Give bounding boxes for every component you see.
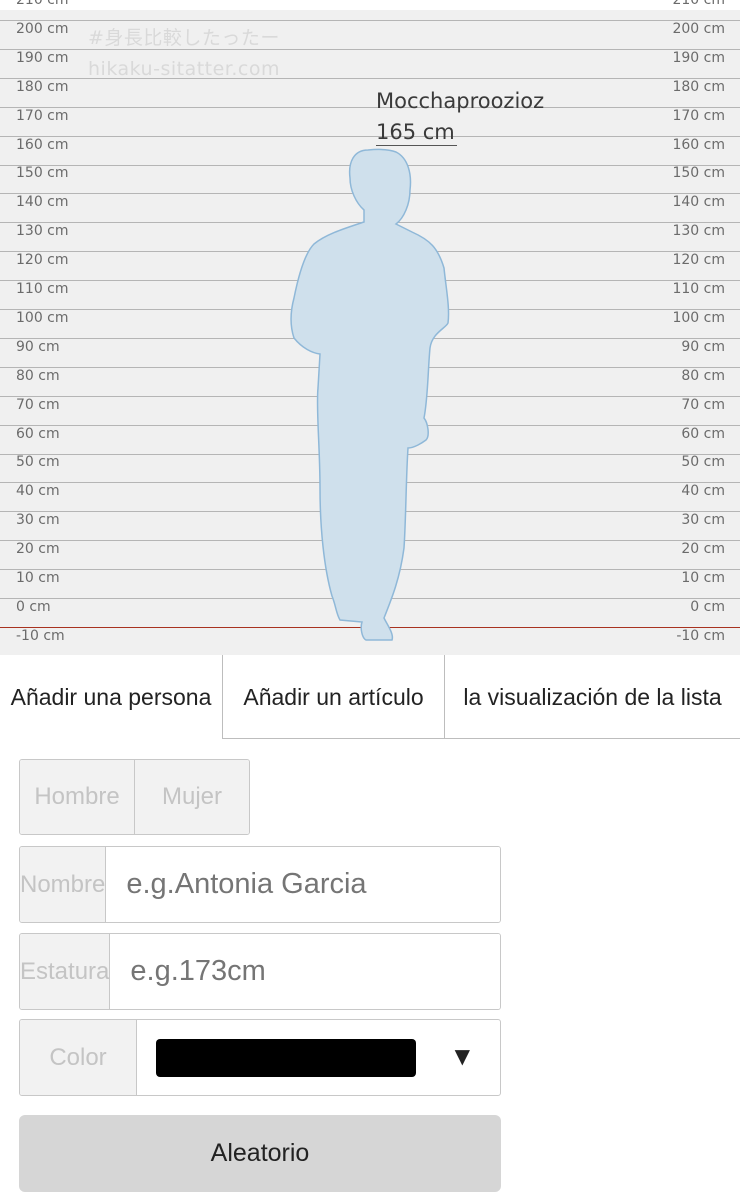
person-name: Mocchaproozioz (376, 89, 545, 113)
y-tick-label-left: 20 cm (16, 541, 60, 558)
y-tick-label-right: 70 cm (681, 396, 725, 413)
y-tick-label-left: -10 cm (16, 627, 65, 644)
color-label: Color (20, 1020, 137, 1095)
y-tick-label-right: 40 cm (681, 483, 725, 500)
y-tick-label-left: 140 cm (16, 194, 69, 211)
y-tick-label-left: 160 cm (16, 136, 69, 153)
tab-list-view[interactable]: la visualización de la lista (445, 655, 740, 739)
y-tick-label-right: 120 cm (672, 252, 725, 269)
y-tick-label-right: 150 cm (672, 165, 725, 182)
y-tick-label-left: 130 cm (16, 223, 69, 240)
height-row: Estatura (19, 933, 501, 1010)
y-tick-label-right: 200 cm (672, 20, 725, 37)
y-tick-label-left: 120 cm (16, 252, 69, 269)
y-tick-label-right: 80 cm (681, 367, 725, 384)
height-chart: 210 cm 210 cm 200 cm 200 cm 190 cm 190 cm 180 … (0, 0, 740, 655)
y-tick-label-right: -10 cm (676, 627, 725, 644)
y-tick-label-right: 30 cm (681, 512, 725, 529)
random-button[interactable]: Aleatorio (19, 1115, 501, 1192)
gridline (0, 135, 740, 137)
y-tick-label-right: 20 cm (681, 541, 725, 558)
y-tick-label-left: 190 cm (16, 49, 69, 66)
y-tick-label-right: 210 cm (672, 0, 725, 8)
y-tick-label-left: 80 cm (16, 367, 60, 384)
gender-female-button[interactable]: Mujer (134, 760, 249, 834)
y-tick-label-left: 70 cm (16, 396, 60, 413)
y-tick-label-right: 180 cm (672, 78, 725, 95)
y-tick-label-left: 50 cm (16, 454, 60, 471)
gender-male-button[interactable]: Hombre (20, 760, 134, 834)
y-tick-label-left: 60 cm (16, 425, 60, 442)
watermark-hashtag: #身長比較したったー (88, 27, 280, 49)
y-tick-label-right: 110 cm (672, 281, 725, 297)
y-tick-label-left: 150 cm (16, 165, 69, 182)
gridline (0, 106, 740, 108)
y-tick-label-left: 90 cm (16, 338, 60, 355)
y-tick-label-right: 0 cm (690, 598, 725, 615)
name-label: Nombre (20, 847, 107, 922)
y-tick-label-left: 110 cm (16, 281, 69, 297)
y-tick-label-left: 30 cm (16, 512, 60, 529)
height-label: Estatura (20, 934, 111, 1009)
y-tick-label-left: 0 cm (16, 598, 51, 615)
person-silhouette[interactable] (286, 148, 456, 648)
y-tick-label-left: 180 cm (16, 78, 69, 95)
y-tick-label-right: 100 cm (672, 309, 725, 326)
y-tick-label-left: 10 cm (16, 570, 60, 586)
y-tick-label-left: 210 cm (16, 0, 69, 8)
y-tick-label-left: 200 cm (16, 20, 69, 37)
gender-selector: Hombre Mujer (19, 759, 250, 835)
chevron-down-icon: ▼ (454, 1044, 470, 1068)
person-silhouette-shape (290, 148, 450, 641)
tab-add-person[interactable]: Añadir una persona (0, 655, 222, 739)
y-tick-label-right: 140 cm (672, 194, 725, 211)
watermark-url: hikaku-sitatter.com (88, 58, 280, 80)
tab-add-item[interactable]: Añadir un artículo (222, 655, 445, 739)
y-tick-label-left: 40 cm (16, 483, 60, 500)
color-swatch (156, 1039, 416, 1077)
y-tick-label-left: 170 cm (16, 107, 69, 124)
gridline (0, 48, 740, 50)
y-tick-label-left: 100 cm (16, 309, 69, 326)
tab-bar: Añadir una persona Añadir un artículo la… (0, 655, 740, 740)
y-tick-label-right: 190 cm (672, 49, 725, 66)
y-tick-label-right: 60 cm (681, 425, 725, 442)
chart-top-strip (0, 0, 740, 10)
y-tick-label-right: 130 cm (672, 223, 725, 240)
y-tick-label-right: 50 cm (681, 454, 725, 471)
name-row: Nombre (19, 846, 501, 923)
person-height: 165 cm (376, 120, 457, 146)
color-select[interactable]: ▼ (137, 1020, 500, 1095)
y-tick-label-right: 170 cm (672, 107, 725, 124)
gridline (0, 20, 740, 21)
height-input[interactable] (110, 934, 500, 1009)
y-tick-label-right: 160 cm (672, 136, 725, 153)
y-tick-label-right: 90 cm (681, 338, 725, 355)
color-row: Color ▼ (19, 1019, 501, 1096)
name-input[interactable] (106, 847, 500, 922)
y-tick-label-right: 10 cm (681, 570, 725, 586)
